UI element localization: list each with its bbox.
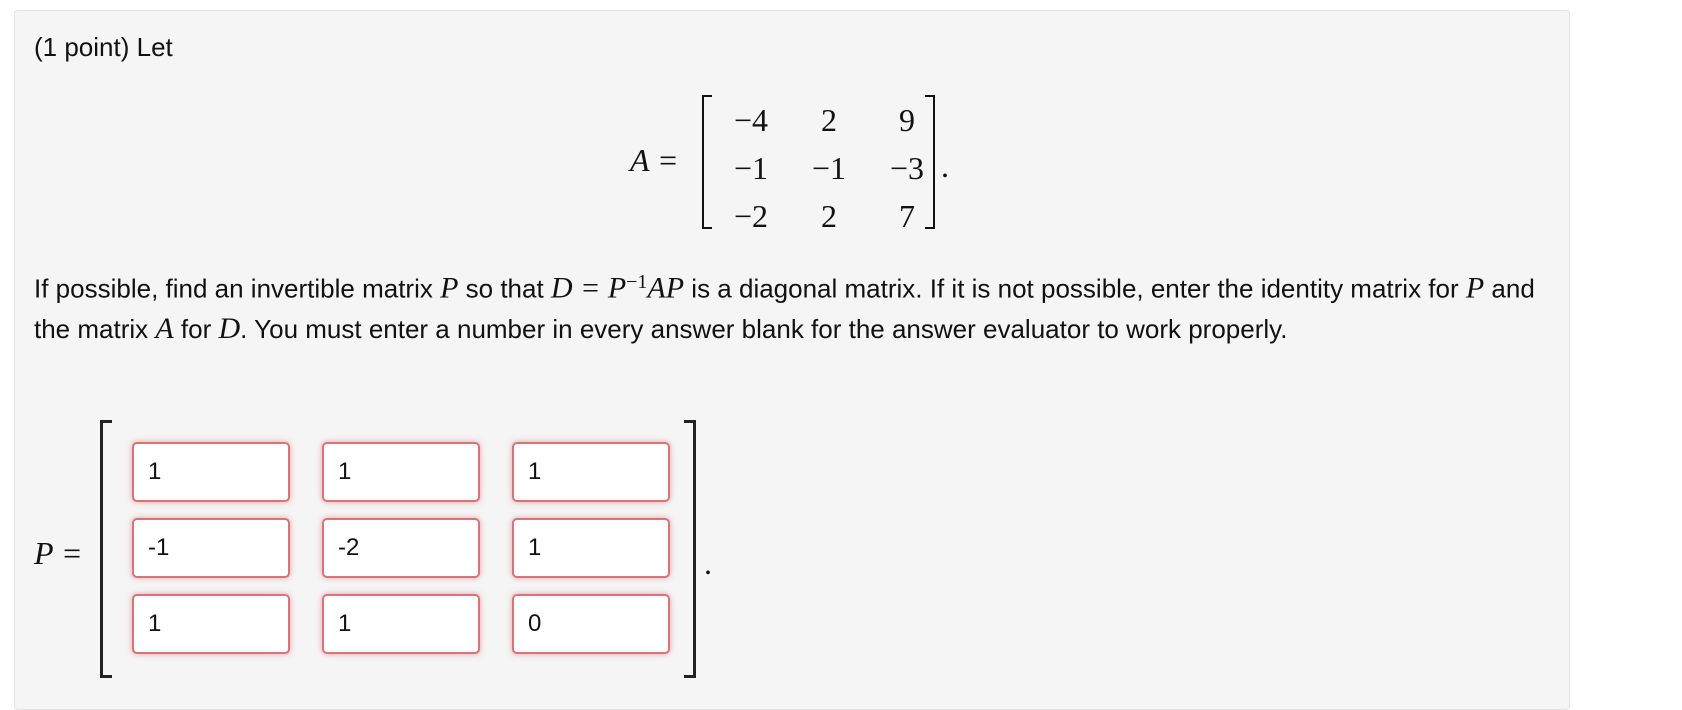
matrix-a-cell: 2 (821, 197, 837, 234)
answer-input-p32[interactable] (322, 594, 480, 654)
matrix-a-label: A = (630, 142, 679, 178)
description-text: is a diagonal matrix. If it is not possi… (684, 273, 1466, 304)
matrix-p-period: . (704, 545, 712, 581)
answer-input-p13[interactable] (512, 442, 670, 502)
description-text: If possible, find an invertible matrix (34, 273, 441, 304)
math-d: D (218, 311, 241, 345)
answer-input-p31[interactable] (132, 594, 290, 654)
math-a: A (155, 311, 174, 345)
description-text: so that (458, 273, 551, 304)
matrix-a-cell: −2 (733, 197, 769, 234)
matrix-p-label: P = (34, 535, 83, 571)
answer-input-p12[interactable] (322, 442, 480, 502)
matrix-a-cell: −1 (733, 149, 769, 186)
answer-input-p23[interactable] (512, 518, 670, 578)
matrix-a-cell: −1 (811, 149, 847, 186)
description-text: . You must enter a number in every answe… (240, 313, 1288, 344)
math-p: P (1465, 271, 1485, 305)
matrix-p-left-bracket (100, 420, 112, 678)
math-ap: AP (647, 271, 685, 305)
answer-input-p22[interactable] (322, 518, 480, 578)
matrix-a-cell: 2 (821, 101, 837, 138)
matrix-p-inputs (132, 442, 670, 654)
math-d-equals-p: D = P (550, 271, 627, 305)
matrix-a: −4 2 9 −1 −1 −3 −2 2 7 (712, 96, 946, 240)
matrix-a-left-bracket (702, 95, 712, 229)
answer-input-p33[interactable] (512, 594, 670, 654)
problem-intro: (1 point) Let (34, 32, 173, 62)
answer-input-p11[interactable] (132, 442, 290, 502)
matrix-p-right-bracket (684, 420, 696, 678)
problem-description: If possible, find an invertible matrix P… (34, 262, 1554, 349)
description-text: for (173, 313, 219, 344)
matrix-a-period: . (941, 148, 949, 184)
math-p: P (440, 271, 459, 305)
math-inverse-superscript: −1 (626, 271, 648, 293)
answer-input-p21[interactable] (132, 518, 290, 578)
matrix-a-cell: −4 (733, 101, 769, 138)
matrix-a-right-bracket (925, 95, 935, 229)
